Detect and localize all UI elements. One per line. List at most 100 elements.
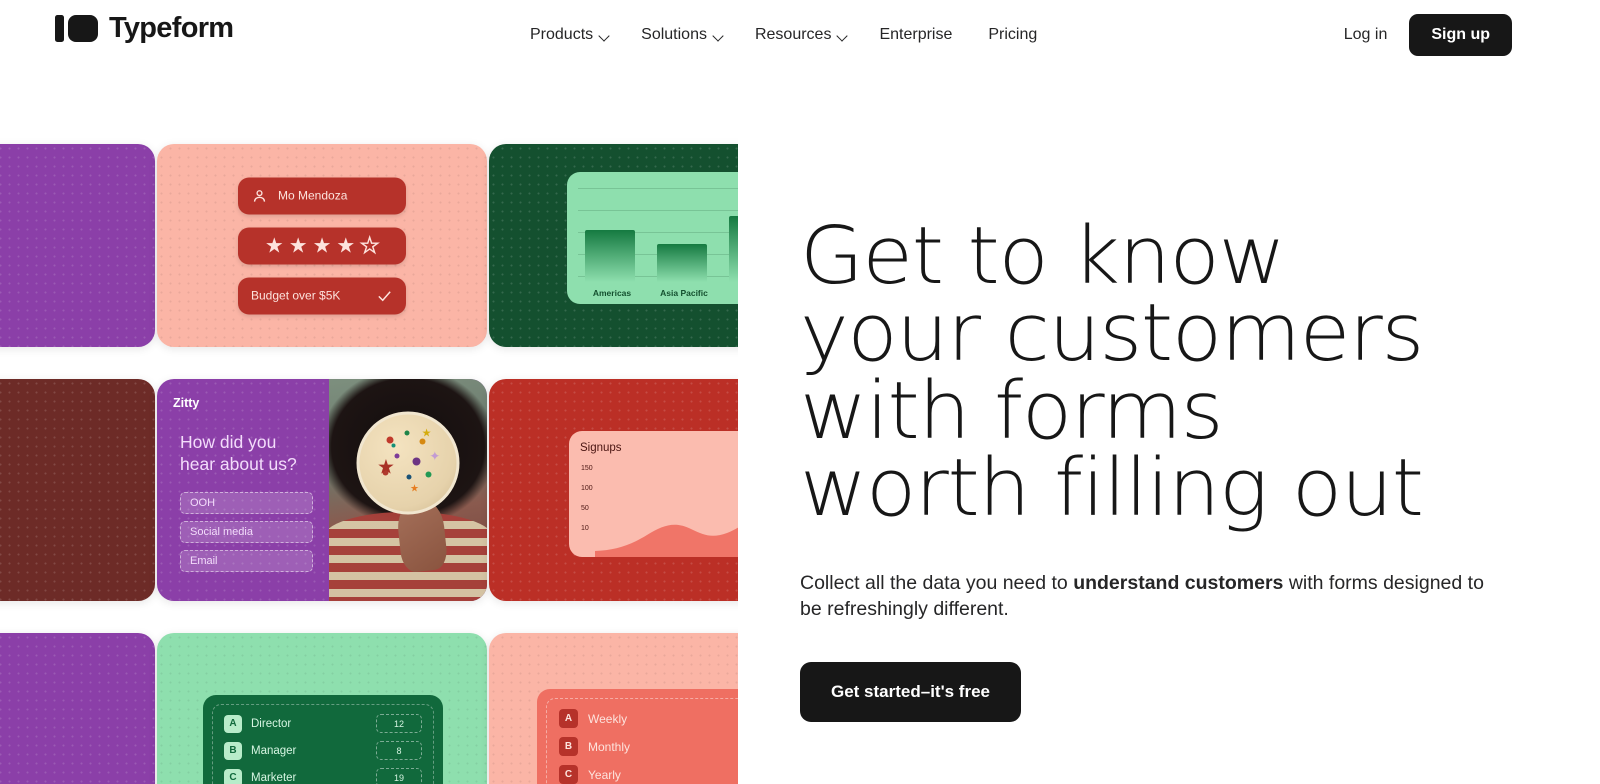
page-title: Get to know your customers with forms wo… bbox=[800, 210, 1528, 535]
signups-panel: Signups 150 100 50 10 bbox=[569, 431, 738, 557]
frequency-row: C Yearly bbox=[559, 765, 738, 784]
signups-title: Signups bbox=[580, 442, 622, 454]
role-row: A Director 12 bbox=[224, 714, 422, 733]
check-icon bbox=[378, 290, 391, 301]
chart-bar bbox=[729, 216, 738, 282]
role-count: 12 bbox=[376, 714, 422, 733]
role-key: B bbox=[224, 741, 242, 760]
role-label: Manager bbox=[251, 744, 297, 757]
hero-subtitle: Collect all the data you need to underst… bbox=[800, 570, 1490, 623]
zitty-option[interactable]: Social media bbox=[180, 521, 313, 544]
zitty-option[interactable]: OOH bbox=[180, 492, 313, 515]
y-tick: 100 bbox=[581, 485, 593, 492]
chart-bars bbox=[585, 198, 738, 282]
y-tick: 10 bbox=[581, 525, 589, 532]
logo[interactable]: Typeform bbox=[55, 12, 234, 44]
zitty-question: How did you hear about us? bbox=[180, 432, 297, 475]
card-roles: A Director 12 B Manager 8 C Marketer 19 bbox=[157, 633, 487, 784]
nav-label: Enterprise bbox=[879, 26, 953, 43]
star-filled-icon: ★ bbox=[336, 234, 356, 257]
respondent-name-field: Mo Mendoza bbox=[238, 177, 406, 214]
region-chart-panel: Americas Asia Pacific Eur bbox=[567, 172, 738, 304]
star-empty-icon: ★ bbox=[360, 233, 380, 257]
frequency-panel: A Weekly B Monthly C Yearly bbox=[537, 689, 738, 784]
roles-panel: A Director 12 B Manager 8 C Marketer 19 bbox=[203, 695, 443, 784]
chart-bar bbox=[657, 244, 707, 282]
budget-label: Budget over $5K bbox=[251, 288, 341, 303]
card-region-chart: Americas Asia Pacific Eur bbox=[489, 144, 738, 347]
chart-x-label: Eur bbox=[725, 288, 738, 298]
star-filled-icon: ★ bbox=[288, 234, 308, 257]
title-line: Get to know bbox=[800, 210, 1286, 302]
role-key: C bbox=[224, 768, 242, 784]
title-line: with forms bbox=[800, 364, 1224, 457]
chart-x-label: Asia Pacific bbox=[660, 288, 708, 298]
card-frequency: A Weekly B Monthly C Yearly bbox=[489, 633, 738, 784]
hero-section: Get to know your customers with forms wo… bbox=[800, 216, 1500, 723]
chevron-down-icon bbox=[714, 32, 725, 39]
zitty-photo: ★ ★ ✦ ★ bbox=[329, 379, 487, 601]
role-count: 19 bbox=[376, 768, 422, 784]
nav-label: Solutions bbox=[641, 26, 707, 43]
nav-label: Resources bbox=[754, 26, 832, 43]
nav-item-enterprise[interactable]: Enterprise bbox=[879, 22, 972, 48]
frequency-row: A Weekly bbox=[559, 709, 738, 728]
role-key: A bbox=[224, 714, 242, 733]
respondent-name: Mo Mendoza bbox=[278, 188, 348, 203]
y-tick: 50 bbox=[581, 505, 589, 512]
signup-button[interactable]: Sign up bbox=[1409, 14, 1512, 56]
response-star-rating: ★ ★ ★ ★ ★ bbox=[238, 227, 406, 264]
card-progress-bars bbox=[0, 379, 155, 601]
signups-area-path bbox=[595, 524, 738, 557]
chevron-down-icon bbox=[600, 32, 611, 39]
role-row: B Manager 8 bbox=[224, 741, 422, 760]
auth-actions: Log in Sign up bbox=[1344, 14, 1512, 56]
role-count: 8 bbox=[376, 741, 422, 760]
login-link[interactable]: Log in bbox=[1344, 27, 1388, 43]
frequency-label: Monthly bbox=[588, 739, 631, 754]
nav-item-solutions[interactable]: Solutions bbox=[641, 22, 745, 48]
star-filled-icon: ★ bbox=[264, 234, 284, 257]
star-filled-icon: ★ bbox=[312, 234, 332, 257]
y-tick: 150 bbox=[581, 465, 593, 472]
budget-field: Budget over $5K bbox=[238, 277, 406, 314]
nav-label: Products bbox=[530, 26, 594, 43]
card-form-response: Mo Mendoza ★ ★ ★ ★ ★ Budget over $5K bbox=[157, 144, 487, 347]
subtitle-highlight: understand customers bbox=[1073, 571, 1284, 594]
person-icon bbox=[253, 189, 266, 202]
site-header: Typeform Products Solutions Resources En… bbox=[0, 0, 1600, 72]
chart-x-label: Americas bbox=[592, 288, 632, 298]
chart-bar bbox=[585, 230, 635, 282]
frequency-key: B bbox=[559, 737, 578, 756]
zitty-option[interactable]: Email bbox=[180, 550, 313, 573]
nav-item-resources[interactable]: Resources bbox=[755, 22, 869, 48]
frequency-key: C bbox=[559, 765, 578, 784]
chevron-down-icon bbox=[838, 32, 849, 39]
nav-label: Pricing bbox=[988, 26, 1038, 43]
nav-item-products[interactable]: Products bbox=[530, 22, 631, 48]
role-label: Marketer bbox=[251, 771, 297, 784]
card-qualified-lead: fied lead ry Smith y@company.com $10,000 bbox=[0, 633, 155, 784]
logo-text: Typeform bbox=[109, 12, 234, 44]
card-zitty-question: Zitty How did you hear about us? OOH Soc… bbox=[157, 379, 487, 601]
role-label: Director bbox=[251, 717, 292, 730]
get-started-button[interactable]: Get started–it's free bbox=[800, 662, 1021, 723]
chart-x-labels: Americas Asia Pacific Eur bbox=[581, 288, 738, 298]
card-signups-chart: Signups 150 100 50 10 bbox=[489, 379, 738, 601]
hero-collage: erage rating ★ ★ ★ ★ ★ Mo Mendoza bbox=[0, 120, 738, 784]
frequency-label: Yearly bbox=[588, 767, 621, 782]
role-row: C Marketer 19 bbox=[224, 768, 422, 784]
frequency-row: B Monthly bbox=[559, 737, 738, 756]
nav-item-pricing[interactable]: Pricing bbox=[988, 22, 1057, 48]
title-line: worth filling out bbox=[800, 442, 1424, 535]
subtitle-part: Collect all the data you need to bbox=[800, 571, 1074, 594]
frequency-label: Weekly bbox=[588, 711, 628, 726]
zitty-brand: Zitty bbox=[173, 396, 200, 410]
typeform-logo-icon bbox=[55, 15, 98, 42]
signups-y-axis: 150 100 50 10 bbox=[581, 465, 593, 532]
zitty-options: OOH Social media Email bbox=[180, 492, 313, 573]
decorated-plate: ★ ★ ✦ ★ bbox=[356, 411, 460, 515]
main-nav: Products Solutions Resources Enterprise … bbox=[530, 22, 1067, 48]
frequency-key: A bbox=[559, 709, 578, 728]
title-line: your customers bbox=[800, 287, 1424, 380]
